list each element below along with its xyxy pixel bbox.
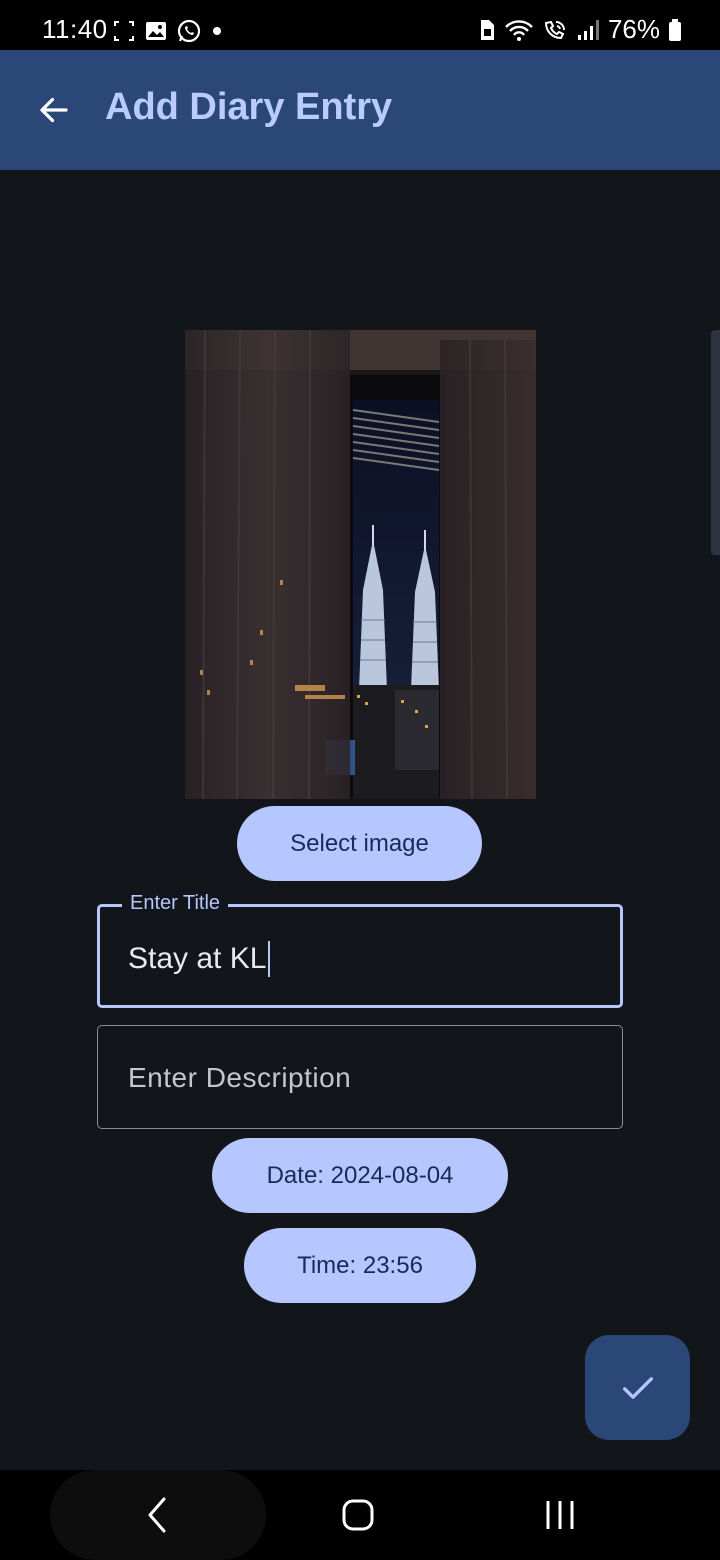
time-label: Time: 23:56: [297, 1251, 423, 1279]
system-navigation-bar: [0, 1470, 720, 1560]
page-title: Add Diary Entry: [105, 86, 393, 128]
description-placeholder: Enter Description: [128, 1062, 352, 1093]
dot-icon: [213, 27, 221, 35]
status-bar: 11:40 76%: [0, 0, 720, 50]
status-time: 11:40: [42, 14, 108, 44]
gallery-icon: [146, 22, 166, 40]
scrollbar[interactable]: [711, 330, 720, 555]
date-label: Date: 2024-08-04: [266, 1161, 454, 1189]
title-input-label: Enter Title: [122, 891, 229, 915]
date-picker-button[interactable]: Date: 2024-08-04: [212, 1138, 508, 1213]
sim-icon: [480, 19, 494, 40]
nav-home-button[interactable]: [328, 1493, 388, 1537]
description-input[interactable]: Enter Description: [97, 1025, 623, 1129]
time-picker-button[interactable]: Time: 23:56: [244, 1228, 476, 1303]
screenshot-icon: [114, 21, 134, 41]
app-bar: Add Diary Entry: [0, 50, 720, 170]
nav-back-button[interactable]: [127, 1493, 187, 1537]
check-icon: [622, 1376, 653, 1399]
save-entry-button[interactable]: [585, 1335, 690, 1440]
wifi-icon: [505, 19, 533, 41]
nav-back-icon: [148, 1497, 166, 1533]
battery-icon: [669, 18, 681, 41]
signal-icon: [577, 19, 599, 40]
selected-image-preview: [185, 330, 536, 799]
whatsapp-icon: [177, 19, 201, 43]
select-image-button[interactable]: Select image: [237, 806, 482, 881]
title-input[interactable]: Enter Title Stay at KL: [97, 891, 623, 1008]
nav-recents-icon: [546, 1501, 574, 1529]
select-image-label: Select image: [290, 829, 429, 857]
title-input-value: Stay at KL: [128, 942, 267, 975]
nav-home-icon: [342, 1499, 374, 1531]
nav-recents-button[interactable]: [530, 1493, 590, 1537]
battery-percentage: 76%: [607, 14, 660, 44]
text-cursor: [268, 941, 271, 977]
back-button[interactable]: [32, 88, 76, 132]
arrow-back-icon: [40, 97, 68, 123]
wifi-call-icon: [544, 20, 565, 39]
